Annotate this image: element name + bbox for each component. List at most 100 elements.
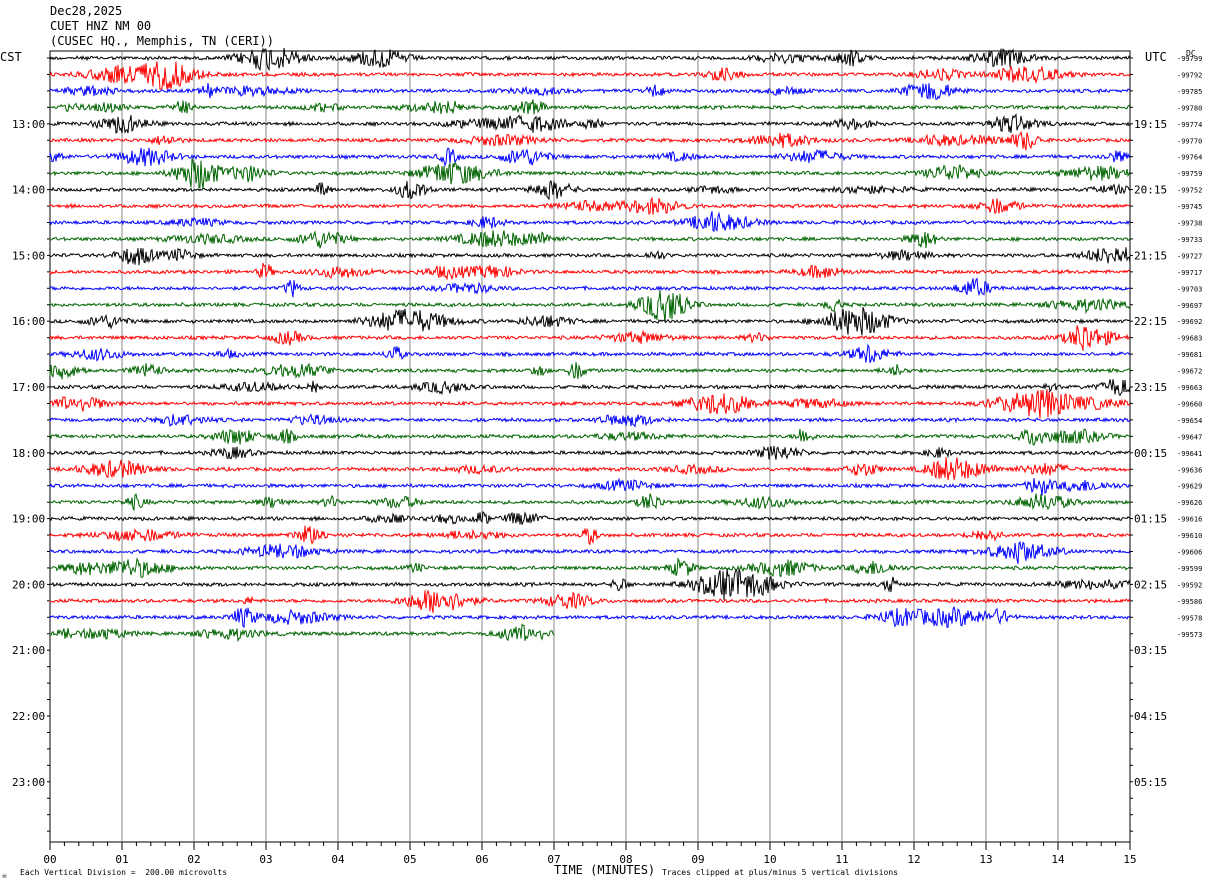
x-tick-label: 05 bbox=[403, 853, 416, 866]
seismic-trace bbox=[49, 477, 1131, 496]
seismic-trace bbox=[49, 99, 1131, 115]
x-tick-label: 14 bbox=[1051, 853, 1065, 866]
seismic-trace bbox=[49, 277, 1131, 298]
seismic-trace bbox=[49, 306, 1131, 336]
dc-offset-label: -99733 bbox=[1177, 236, 1202, 244]
dc-offset-label: -99592 bbox=[1177, 581, 1202, 589]
dc-offset-label: -99752 bbox=[1177, 187, 1202, 195]
seismic-trace bbox=[49, 362, 1131, 380]
x-tick-label: 00 bbox=[43, 853, 56, 866]
utc-hour-label: 19:15 bbox=[1134, 118, 1167, 131]
dc-offset-label: -99683 bbox=[1177, 335, 1202, 343]
dc-offset-label: -99745 bbox=[1177, 203, 1202, 211]
dc-offset-label: -99764 bbox=[1177, 154, 1202, 162]
dc-offset-label: -99770 bbox=[1177, 137, 1202, 145]
dc-offset-label: -99636 bbox=[1177, 466, 1202, 474]
dc-offset-label: -99641 bbox=[1177, 450, 1202, 458]
cst-hour-label: 22:00 bbox=[12, 710, 45, 723]
cst-hour-label: 14:00 bbox=[12, 184, 45, 197]
seismic-trace bbox=[49, 211, 1131, 233]
x-tick-label: 04 bbox=[331, 853, 345, 866]
scale-note: Each Vertical Division = 200.00 microvol… bbox=[20, 868, 228, 877]
x-tick-label: 06 bbox=[475, 853, 488, 866]
dc-offset-label: -99703 bbox=[1177, 285, 1202, 293]
utc-hour-label: 00:15 bbox=[1134, 447, 1167, 460]
x-tick-label: 09 bbox=[691, 853, 704, 866]
seismic-trace bbox=[49, 445, 1131, 460]
seismic-trace bbox=[49, 83, 1131, 101]
seismic-trace bbox=[49, 343, 1131, 364]
dc-offset-label: -99578 bbox=[1177, 614, 1202, 622]
seismic-trace bbox=[49, 413, 1131, 428]
clip-note: Traces clipped at plus/minus 5 vertical … bbox=[662, 868, 899, 877]
dc-offset-label: -99727 bbox=[1177, 252, 1202, 260]
seismic-trace bbox=[49, 158, 1131, 189]
seismic-trace bbox=[49, 379, 1131, 397]
seismic-trace bbox=[49, 290, 1131, 323]
seismic-trace bbox=[49, 525, 1131, 546]
dc-offset-label: -99759 bbox=[1177, 170, 1202, 178]
utc-hour-label: 21:15 bbox=[1134, 249, 1167, 262]
dc-offset-label: -99573 bbox=[1177, 631, 1202, 639]
dc-offset-label: -99660 bbox=[1177, 400, 1202, 408]
seismic-trace bbox=[49, 510, 1131, 525]
cst-hour-label: 18:00 bbox=[12, 447, 45, 460]
dc-offset-label: -99692 bbox=[1177, 318, 1202, 326]
cst-hour-label: 15:00 bbox=[12, 249, 45, 262]
utc-hour-label: 22:15 bbox=[1134, 315, 1167, 328]
seismic-trace bbox=[49, 247, 1131, 266]
dc-offset-label: -99629 bbox=[1177, 483, 1202, 491]
seismic-trace bbox=[49, 179, 1131, 201]
utc-hour-label: 20:15 bbox=[1134, 184, 1167, 197]
x-tick-label: 12 bbox=[907, 853, 920, 866]
cst-hour-label: 19:00 bbox=[12, 513, 45, 526]
x-tick-label: 10 bbox=[763, 853, 776, 866]
cst-hour-label: 23:00 bbox=[12, 776, 45, 789]
cst-hour-label: 21:00 bbox=[12, 644, 45, 657]
dc-offset-label: -99599 bbox=[1177, 565, 1202, 573]
utc-hour-label: 04:15 bbox=[1134, 710, 1167, 723]
dc-offset-label: -99654 bbox=[1177, 417, 1202, 425]
seismic-trace bbox=[49, 428, 1131, 446]
seismic-trace bbox=[49, 147, 1131, 167]
dc-offset-label: -99647 bbox=[1177, 433, 1202, 441]
dc-offset-label: -99616 bbox=[1177, 516, 1202, 524]
seismic-trace bbox=[49, 325, 1131, 351]
cst-hour-label: 17:00 bbox=[12, 381, 45, 394]
x-tick-label: 15 bbox=[1123, 853, 1136, 866]
seismic-trace bbox=[49, 262, 1131, 281]
dc-offset-label: -99663 bbox=[1177, 384, 1202, 392]
helicorder-plot: 00 01 02 03 04 05 06 07 08 09 10 11 12 13 14 1513:0014:… bbox=[12, 46, 1202, 866]
dc-offset-label: -99606 bbox=[1177, 549, 1202, 557]
seismic-trace bbox=[49, 230, 1131, 249]
utc-hour-label: 03:15 bbox=[1134, 644, 1167, 657]
seismic-trace bbox=[49, 457, 1131, 481]
seismic-trace bbox=[49, 493, 1131, 512]
plot-frame bbox=[49, 50, 1131, 843]
x-tick-label: 13 bbox=[979, 853, 992, 866]
seismic-trace bbox=[49, 389, 1131, 419]
seismic-trace bbox=[49, 113, 1131, 134]
dc-offset-label: -99697 bbox=[1177, 302, 1202, 310]
utc-hour-label: 01:15 bbox=[1134, 513, 1167, 526]
seismic-trace bbox=[49, 605, 1131, 629]
dc-offset-label: -99681 bbox=[1177, 351, 1202, 359]
x-tick-label: 01 bbox=[115, 853, 128, 866]
dc-offset-label: -99792 bbox=[1177, 71, 1202, 79]
utc-hour-label: 23:15 bbox=[1134, 381, 1167, 394]
dc-offset-label: -99717 bbox=[1177, 269, 1202, 277]
utc-hour-label: 02:15 bbox=[1134, 578, 1167, 591]
dc-offset-label: -99774 bbox=[1177, 121, 1202, 129]
seismic-trace bbox=[49, 541, 1131, 564]
dc-offset-label: -99672 bbox=[1177, 368, 1202, 376]
x-axis-title: TIME (MINUTES) bbox=[554, 863, 656, 877]
seismic-trace bbox=[49, 130, 1131, 151]
seismic-trace bbox=[49, 567, 1131, 600]
dc-offset-label: -99586 bbox=[1177, 598, 1202, 606]
utc-hour-label: 05:15 bbox=[1134, 776, 1167, 789]
skull-icon: ☠ bbox=[2, 871, 7, 880]
seismic-trace bbox=[49, 61, 1131, 90]
x-tick-label: 03 bbox=[259, 853, 272, 866]
dc-offset-label: -99785 bbox=[1177, 88, 1202, 96]
seismic-trace bbox=[49, 196, 1131, 216]
